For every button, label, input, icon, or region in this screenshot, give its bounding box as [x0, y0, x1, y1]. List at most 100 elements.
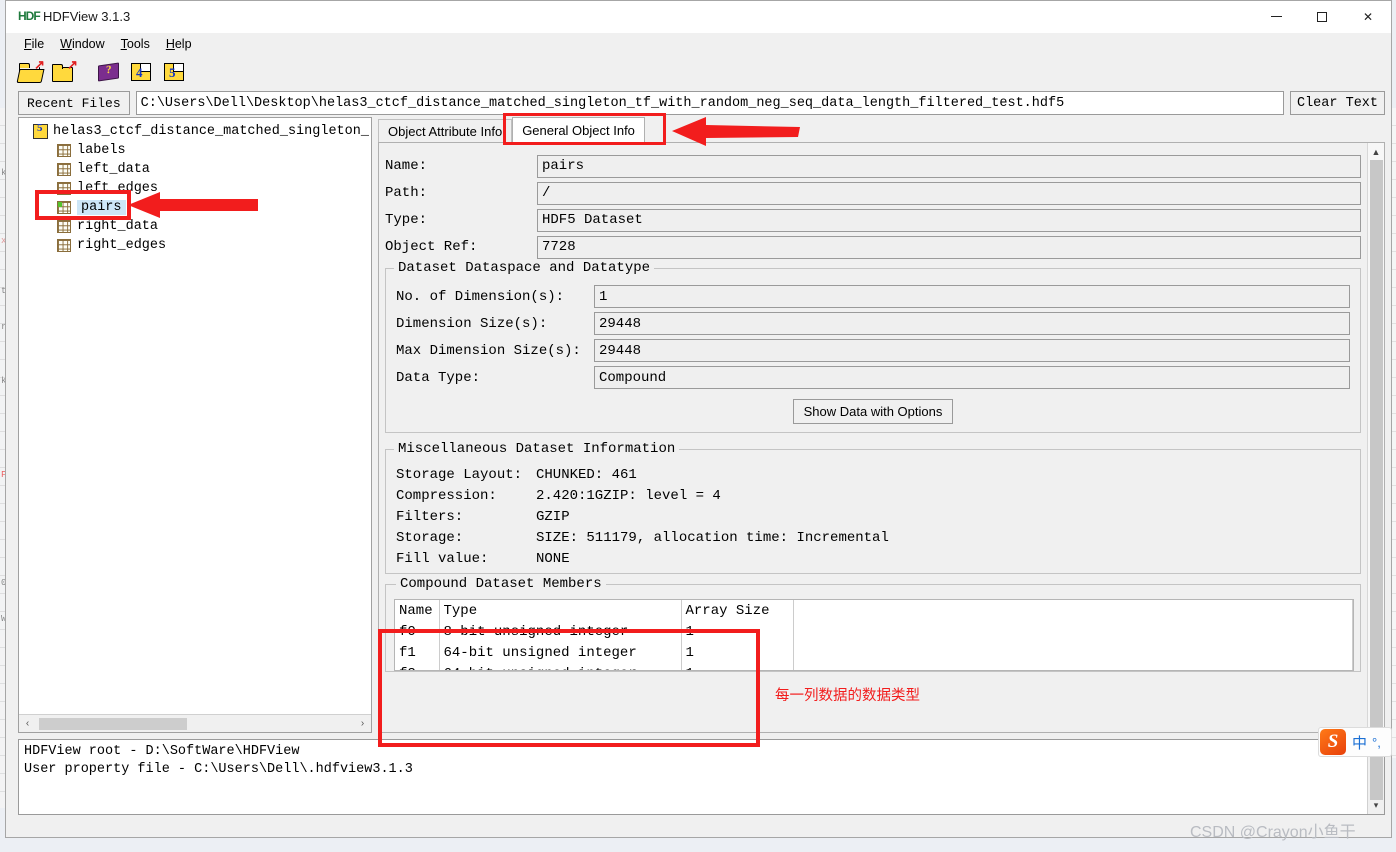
field-label: Path: [385, 185, 428, 201]
recent-files-button[interactable]: Recent Files [18, 91, 130, 115]
tree-item-label: left_data [77, 162, 150, 177]
menu-file[interactable]: File [16, 35, 52, 53]
field-value-path[interactable]: / [537, 181, 1361, 205]
misc-key: Storage Layout: [396, 466, 523, 483]
ime-punctuation-toggle[interactable]: °, [1372, 735, 1381, 750]
dataset-icon [57, 182, 71, 195]
row-value-max-dimension-size[interactable]: 29448 [594, 339, 1350, 362]
hdfview-main-window: HDF HDFView 3.1.3 ✕ File Window Tools He… [5, 0, 1392, 838]
hdf4-library-icon[interactable]: 4 [129, 60, 155, 84]
tab-object-attribute-info[interactable]: Object Attribute Info [378, 119, 513, 142]
maximize-button[interactable] [1299, 1, 1345, 33]
dataset-icon [57, 201, 71, 214]
column-header-pad [793, 600, 1353, 621]
row-value-dimension-size[interactable]: 29448 [594, 312, 1350, 335]
log-line-2: User property file - C:\Users\Dell\.hdfv… [24, 762, 413, 777]
close-file-icon[interactable]: ↗ [51, 58, 78, 84]
field-label: Name: [385, 158, 428, 174]
tree-item-left-edges[interactable]: left_edges [19, 179, 371, 198]
sogou-ime-bar[interactable]: S 中 °, [1318, 727, 1392, 757]
clear-text-button[interactable]: Clear Text [1289, 91, 1385, 115]
object-info-panel: Object Attribute Info General Object Inf… [378, 113, 1385, 800]
field-value-name[interactable]: pairs [537, 154, 1361, 178]
misc-value-filters: GZIP [536, 508, 570, 525]
row-label: No. of Dimension(s): [396, 288, 565, 305]
show-data-with-options-button[interactable]: Show Data with Options [792, 399, 954, 424]
cell-name: f0 [395, 621, 440, 642]
open-file-icon[interactable]: ↗ [18, 58, 45, 84]
row-dimension-size: Dimension Size(s): 29448 [396, 310, 1350, 337]
dataset-icon [57, 220, 71, 233]
ime-mode-chinese[interactable]: 中 [1352, 732, 1367, 753]
menu-help[interactable]: Help [158, 35, 200, 53]
menu-tools[interactable]: Tools [113, 35, 158, 53]
dataspace-group-title: Dataset Dataspace and Datatype [394, 260, 655, 276]
scroll-left-arrow-icon[interactable]: ‹ [19, 715, 36, 732]
tree-item-label: labels [77, 143, 126, 158]
scroll-thumb[interactable] [39, 718, 187, 730]
field-object-ref: Object Ref: 7728 [385, 234, 1361, 260]
table-row[interactable]: f0 8-bit unsigned integer 1 [395, 621, 1353, 642]
info-panel-scrollbar[interactable]: ▲ [1367, 143, 1385, 800]
tree-item-label: helas3_ctcf_distance_matched_singleton_ [53, 124, 369, 139]
field-label: Object Ref: [385, 239, 478, 255]
window-title: HDFView 3.1.3 [43, 9, 131, 24]
scroll-up-arrow-icon[interactable]: ▲ [1368, 143, 1385, 160]
tree-item-root[interactable]: helas3_ctcf_distance_matched_singleton_ [19, 122, 371, 141]
tree-item-right-edges[interactable]: right_edges [19, 236, 371, 255]
field-type: Type: HDF5 Dataset [385, 207, 1361, 233]
hdf5-library-icon[interactable]: 5 [162, 60, 188, 84]
hdf-logo-icon: HDF [18, 8, 41, 23]
misc-row-fill-value: Fill value: NONE [396, 548, 1350, 569]
cell-pad [793, 642, 1353, 663]
help-book-icon[interactable] [96, 60, 122, 84]
tab-general-object-info[interactable]: General Object Info [512, 117, 645, 142]
misc-key: Fill value: [396, 550, 489, 567]
misc-key: Storage: [396, 529, 464, 546]
scroll-right-arrow-icon[interactable]: › [354, 715, 371, 732]
main-split-pane: ˅ helas3_ctcf_distance_matched_singleton… [6, 113, 1391, 800]
field-value-type[interactable]: HDF5 Dataset [537, 208, 1361, 232]
table-row[interactable]: f2 64-bit unsigned integer 1 [395, 663, 1353, 670]
misc-row-filters: Filters: GZIP [396, 506, 1350, 527]
scroll-thumb[interactable] [1370, 160, 1383, 800]
tree-horizontal-scrollbar[interactable]: ‹ › [19, 714, 371, 732]
file-path-bar: Recent Files C:\Users\Dell\Desktop\helas… [6, 89, 1391, 117]
column-header-array-size[interactable]: Array Size [681, 600, 794, 621]
sogou-logo-icon[interactable]: S [1320, 729, 1346, 755]
minimize-button[interactable] [1253, 1, 1299, 33]
object-tree-panel: ˅ helas3_ctcf_distance_matched_singleton… [18, 117, 372, 733]
menu-window[interactable]: Window [52, 35, 112, 53]
column-header-name[interactable]: Name [395, 600, 440, 621]
tree-item-left-data[interactable]: left_data [19, 160, 371, 179]
misc-value-compression: 2.420:1GZIP: level = 4 [536, 487, 721, 504]
table-row[interactable]: f1 64-bit unsigned integer 1 [395, 642, 1353, 663]
row-value-num-dimensions[interactable]: 1 [594, 285, 1350, 308]
tree-item-pairs[interactable]: pairs [19, 198, 371, 217]
tree-item-label: right_edges [77, 238, 167, 253]
close-button[interactable]: ✕ [1345, 1, 1391, 33]
csdn-watermark: CSDN @Crayon小鱼干 [1190, 824, 1356, 841]
field-value-object-ref[interactable]: 7728 [537, 235, 1361, 259]
dataset-icon [57, 144, 71, 157]
cell-array-size: 1 [681, 663, 794, 670]
file-path-input[interactable]: C:\Users\Dell\Desktop\helas3_ctcf_distan… [135, 91, 1284, 115]
compound-members-table: Name Type Array Size f0 8-bit unsigned i… [395, 600, 1353, 670]
tree-item-right-data[interactable]: right_data [19, 217, 371, 236]
compound-group-title: Compound Dataset Members [396, 576, 606, 592]
title-bar: HDF HDFView 3.1.3 ✕ [6, 1, 1391, 33]
tree-item-labels[interactable]: labels [19, 141, 371, 160]
tree-item-label: right_data [77, 219, 159, 234]
cell-type: 64-bit unsigned integer [439, 642, 682, 663]
log-line-1: HDFView root - D:\SoftWare\HDFView [24, 744, 300, 759]
compound-members-group: Compound Dataset Members Name Type Array… [385, 576, 1361, 672]
cell-array-size: 1 [681, 621, 794, 642]
misc-value-fill-value: NONE [536, 550, 570, 567]
misc-group-title: Miscellaneous Dataset Information [394, 441, 680, 457]
row-value-data-type[interactable]: Compound [594, 366, 1350, 389]
info-scroll-area: Name: pairs Path: / Type: HDF5 Dataset O… [379, 143, 1367, 732]
column-header-type[interactable]: Type [439, 600, 682, 621]
row-label: Data Type: [396, 369, 481, 386]
row-num-dimensions: No. of Dimension(s): 1 [396, 283, 1350, 310]
cell-pad [793, 621, 1353, 642]
